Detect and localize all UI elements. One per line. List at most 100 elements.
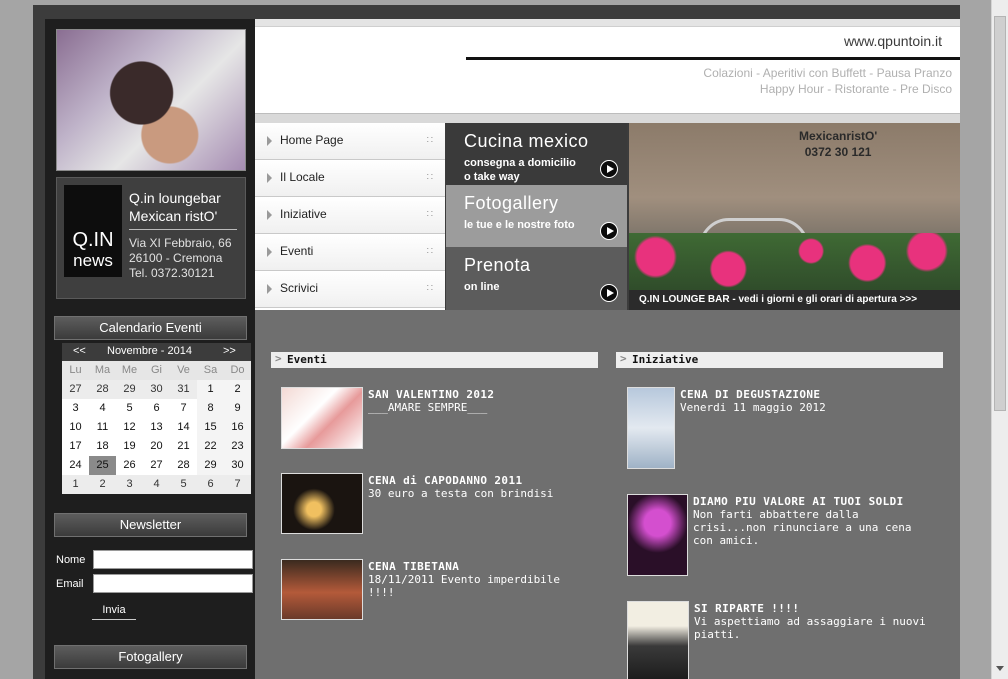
calendar-day[interactable]: 7 (224, 475, 251, 494)
calendar-day[interactable]: 4 (89, 399, 116, 418)
header-top-band (255, 19, 960, 27)
menu-item-label: Home Page (280, 133, 344, 147)
initiative-title[interactable]: DIAMO PIU VALORE AI TUOI SOLDI (693, 495, 904, 508)
logo-news-text: news (73, 251, 113, 270)
initiative-thumbnail[interactable] (627, 387, 675, 469)
newsletter-submit-button[interactable]: Invia (92, 603, 136, 620)
calendar-day[interactable]: 22 (197, 437, 224, 456)
menu-arrow-icon (267, 173, 272, 183)
play-icon[interactable] (600, 284, 618, 302)
initiative-title[interactable]: SI RIPARTE !!!! (694, 602, 799, 615)
page-top-band (33, 5, 960, 19)
calendar-day[interactable]: 21 (170, 437, 197, 456)
calendar-day[interactable]: 11 (89, 418, 116, 437)
calendar-day[interactable]: 3 (62, 399, 89, 418)
calendar-day[interactable]: 27 (143, 456, 170, 475)
menu-item-eventi[interactable]: Eventi ∷ (255, 234, 445, 271)
promo-tile-subtitle: le tue e le nostre foto (464, 219, 575, 231)
event-thumbnail[interactable] (281, 473, 363, 534)
calendar-weekday-header: Lu (62, 361, 89, 380)
calendar-day[interactable]: 5 (170, 475, 197, 494)
calendar-day[interactable]: 20 (143, 437, 170, 456)
calendar-day[interactable]: 5 (116, 399, 143, 418)
promo-tile-prenota[interactable]: Prenota on line (446, 247, 627, 310)
calendar-day[interactable]: 2 (89, 475, 116, 494)
calendar-day[interactable]: 27 (62, 380, 89, 399)
calendar-day[interactable]: 17 (62, 437, 89, 456)
calendar-day[interactable]: 29 (197, 456, 224, 475)
initiative-title[interactable]: CENA DI DEGUSTAZIONE (680, 388, 820, 401)
promo-tile-fotogallery[interactable]: Fotogallery le tue e le nostre foto (446, 185, 627, 247)
menu-item-iniziative[interactable]: Iniziative ∷ (255, 197, 445, 234)
scrollbar-thumb[interactable] (994, 16, 1006, 411)
calendar-day[interactable]: 29 (116, 380, 143, 399)
calendar-day[interactable]: 30 (143, 380, 170, 399)
menu-dots-icon: ∷ (426, 172, 433, 183)
address-line-1: Via XI Febbraio, 66 (129, 236, 232, 250)
calendar-day[interactable]: 1 (197, 380, 224, 399)
scroll-down-icon[interactable] (996, 666, 1004, 671)
calendar-day[interactable]: 8 (197, 399, 224, 418)
calendar-day[interactable]: 2 (224, 380, 251, 399)
newsletter-name-field[interactable] (93, 550, 253, 569)
calendar-day[interactable]: 13 (143, 418, 170, 437)
qin-news-logo[interactable]: Q.IN news (64, 185, 122, 277)
calendar-day[interactable]: 31 (170, 380, 197, 399)
event-thumbnail[interactable] (281, 387, 363, 449)
calendar-day[interactable]: 4 (143, 475, 170, 494)
promo-tile-subtitle-line: o take way (464, 171, 520, 183)
calendar-day[interactable]: 28 (170, 456, 197, 475)
calendar-day[interactable]: 3 (116, 475, 143, 494)
menu-item-il-locale[interactable]: Il Locale ∷ (255, 160, 445, 197)
calendar-day[interactable]: 16 (224, 418, 251, 437)
newsletter-heading: Newsletter (54, 513, 247, 537)
calendar-month-label: Novembre - 2014 (107, 345, 192, 357)
calendar-day[interactable]: 1 (62, 475, 89, 494)
play-icon[interactable] (600, 160, 618, 178)
brand-name: Q.in loungebar Mexican ristO' (129, 189, 221, 225)
calendar-next-button[interactable]: >> (223, 345, 236, 357)
menu-item-scrivici[interactable]: Scrivici ∷ (255, 271, 445, 308)
event-title[interactable]: CENA TIBETANA (368, 560, 459, 573)
calendar-day[interactable]: 28 (89, 380, 116, 399)
menu-dots-icon: ∷ (426, 246, 433, 257)
calendar-weekday-header: Ve (170, 361, 197, 380)
menu-arrow-icon (267, 284, 272, 294)
calendar-day[interactable]: 12 (116, 418, 143, 437)
eventi-section-title: Eventi (287, 353, 327, 366)
calendar-day[interactable]: 18 (89, 437, 116, 456)
menu-item-home[interactable]: Home Page ∷ (255, 123, 445, 160)
play-icon[interactable] (600, 222, 618, 240)
calendar-day[interactable]: 30 (224, 456, 251, 475)
newsletter-form: Nome Email Invia (54, 549, 254, 620)
calendar-day[interactable]: 6 (197, 475, 224, 494)
newsletter-email-field[interactable] (93, 574, 253, 593)
event-title[interactable]: CENA di CAPODANNO 2011 (368, 474, 523, 487)
promo-tile-cucina[interactable]: Cucina mexico consegna a domicilio o tak… (446, 123, 627, 185)
menu-arrow-icon (267, 247, 272, 257)
calendar-day[interactable]: 14 (170, 418, 197, 437)
event-title[interactable]: SAN VALENTINO 2012 (368, 388, 494, 401)
initiative-thumbnail[interactable] (627, 494, 688, 576)
calendar-day[interactable]: 26 (116, 456, 143, 475)
calendar-day[interactable]: 23 (224, 437, 251, 456)
calendar-day[interactable]: 7 (170, 399, 197, 418)
calendar-day[interactable]: 10 (62, 418, 89, 437)
banner-caption[interactable]: Q.IN LOUNGE BAR - vedi i giorni e gli or… (629, 290, 960, 310)
tagline-line-2: Happy Hour - Ristorante - Pre Disco (759, 82, 952, 96)
calendar-day[interactable]: 15 (197, 418, 224, 437)
site-url[interactable]: www.qpuntoin.it (844, 33, 942, 49)
fotogallery-heading[interactable]: Fotogallery (54, 645, 247, 669)
vertical-scrollbar[interactable] (991, 0, 1008, 679)
calendar-prev-button[interactable]: << (73, 345, 86, 357)
iniziative-section-title: Iniziative (632, 353, 699, 366)
calendar-day[interactable]: 6 (143, 399, 170, 418)
lounge-bar-banner[interactable]: MexicanristO' 0372 30 121 Q.IN LOUNGE BA… (629, 123, 960, 310)
event-thumbnail[interactable] (281, 559, 363, 620)
calendar-day[interactable]: 24 (62, 456, 89, 475)
calendar-day[interactable]: 9 (224, 399, 251, 418)
initiative-thumbnail[interactable] (627, 601, 689, 679)
calendar-day[interactable]: 19 (116, 437, 143, 456)
menu-dots-icon: ∷ (426, 135, 433, 146)
calendar-day[interactable]: 25 (89, 456, 116, 475)
